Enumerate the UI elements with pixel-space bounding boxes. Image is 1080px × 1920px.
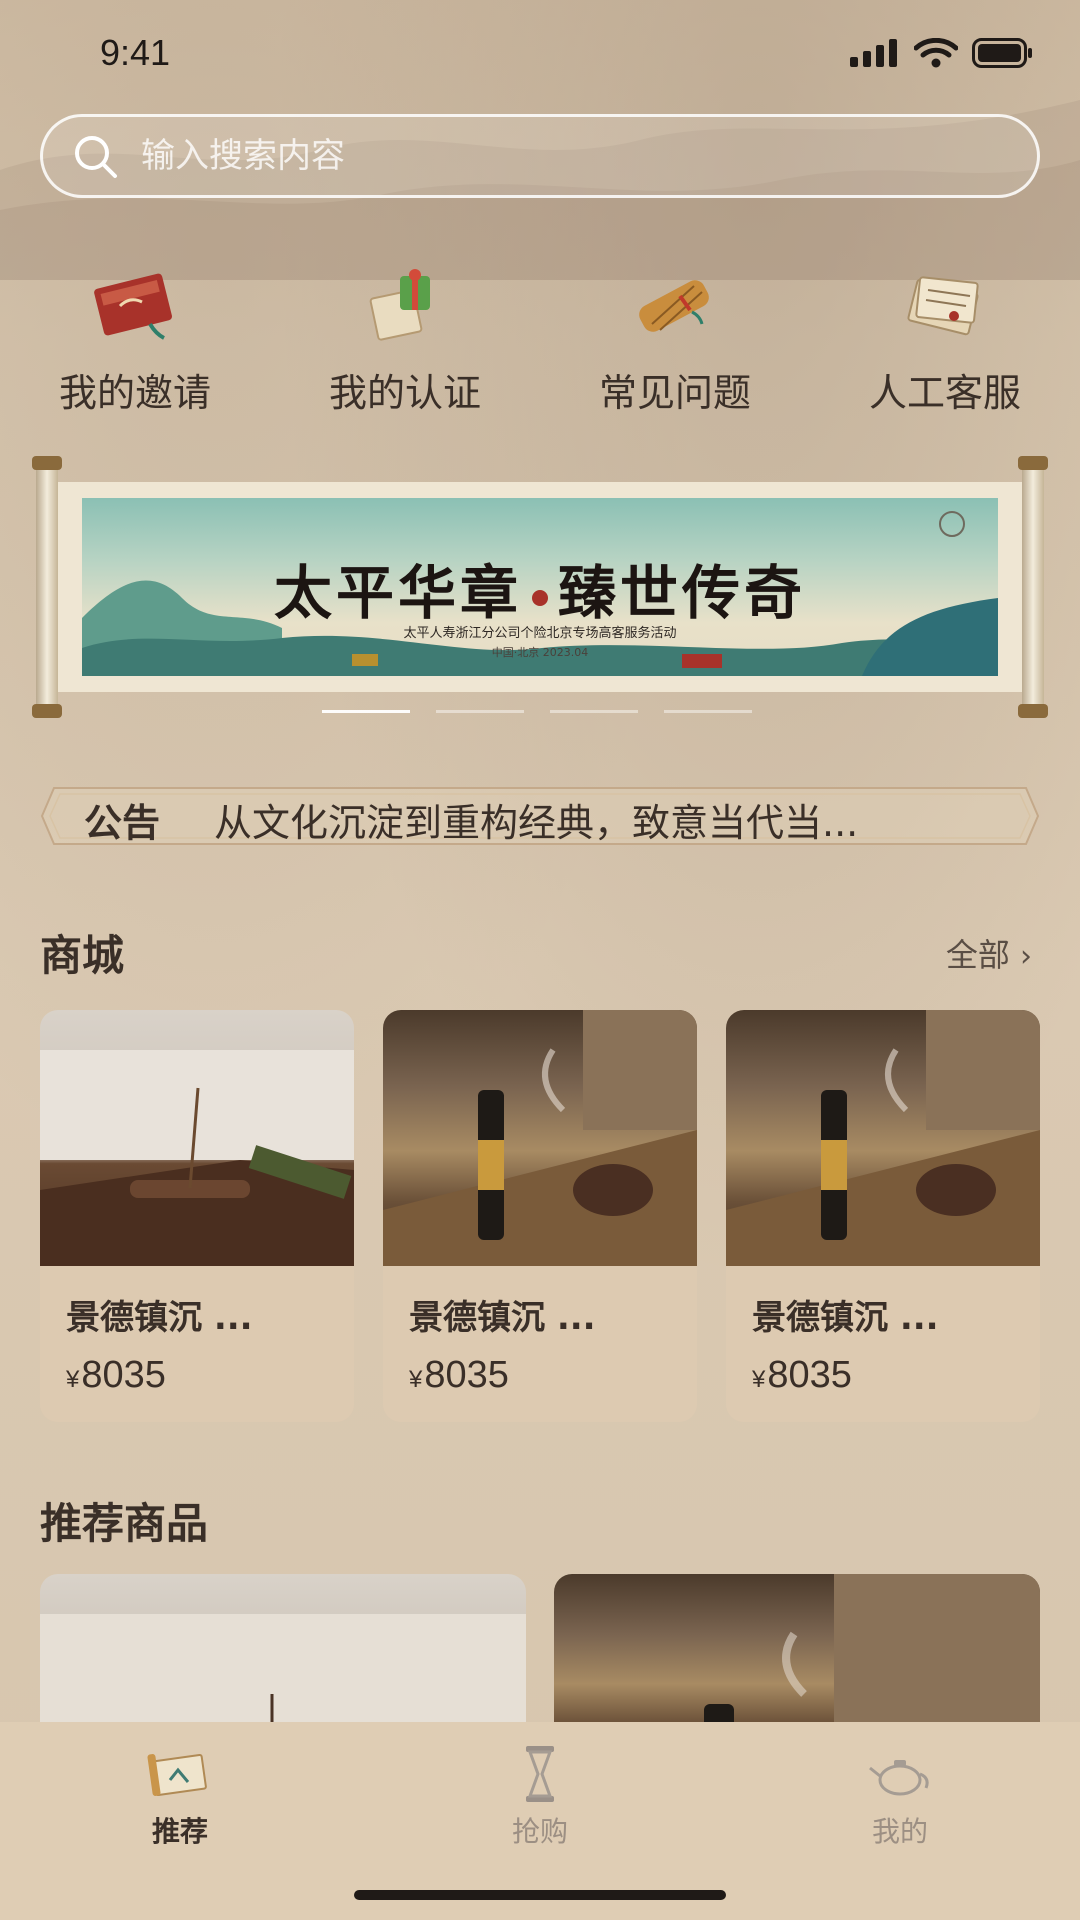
letter-bundle-icon <box>907 276 979 336</box>
quick-item-certification[interactable]: 我的认证 <box>270 258 540 418</box>
quick-item-label: 人工客服 <box>868 371 1021 415</box>
carousel-dot[interactable] <box>322 710 410 713</box>
product-card[interactable]: 景德镇沉 ... ¥8035 <box>726 1010 1040 1422</box>
quick-item-invitation[interactable]: 我的邀请 <box>0 258 270 418</box>
status-bar: 9:41 <box>0 0 1080 110</box>
tab-label: 推荐 <box>151 1815 208 1848</box>
red-envelope-icon <box>94 273 172 340</box>
product-name: 景德镇沉 ... <box>752 1298 939 1338</box>
painting-scroll-icon <box>147 1753 207 1797</box>
notice-bar[interactable]: 公告 从文化沉淀到重构经典，致意当代当... <box>40 780 1040 852</box>
incense-tea-scene <box>726 1010 1040 1266</box>
carousel-dot[interactable] <box>436 710 524 713</box>
product-name: 景德镇沉 ... <box>409 1298 596 1338</box>
banner-date: 中国·北京 2023.04 <box>491 646 589 659</box>
quick-item-customer-service[interactable]: 人工客服 <box>810 258 1080 418</box>
product-card[interactable]: 景德镇沉 ... ¥8035 <box>40 1010 354 1422</box>
product-price: ¥8035 <box>409 1354 509 1397</box>
carousel-dots <box>322 710 752 713</box>
tab-flash-sale[interactable]: 抢购 <box>360 1732 720 1852</box>
incense-bedroom-scene <box>40 1050 354 1266</box>
signal-icon <box>850 39 897 67</box>
bamboo-scroll-icon <box>639 280 709 332</box>
home-indicator <box>354 1890 726 1900</box>
tab-recommend[interactable]: 推荐 <box>0 1732 360 1852</box>
price-value: 8035 <box>424 1354 509 1396</box>
teapot-icon <box>869 1760 929 1796</box>
battery-icon <box>972 38 1032 68</box>
search-bar[interactable] <box>40 114 1040 198</box>
mall-section-title: 商城 <box>40 931 125 980</box>
currency-symbol: ¥ <box>66 1366 80 1393</box>
banner-title-right: 臻世传奇 <box>558 559 807 627</box>
scroll-rod-left <box>32 456 62 718</box>
wifi-icon <box>914 38 958 68</box>
banner-subtitle: 太平人寿浙江分公司个险北京专场高客服务活动 <box>403 626 677 641</box>
seal-icon <box>532 590 548 606</box>
product-name: 景德镇沉 ... <box>66 1298 253 1338</box>
mall-more-link[interactable]: 全部 › <box>946 930 1032 976</box>
recommended-section-title: 推荐商品 <box>40 1499 209 1548</box>
search-input[interactable] <box>141 136 941 176</box>
tab-label: 抢购 <box>511 1815 568 1848</box>
incense-tea-scene <box>383 1010 697 1266</box>
banner-title: 太平华章 臻世传奇 <box>82 546 998 630</box>
tab-label: 我的 <box>871 1815 928 1848</box>
product-image <box>726 1010 1040 1266</box>
product-price: ¥8035 <box>66 1354 166 1397</box>
banner-title-left: 太平华章 <box>273 559 522 627</box>
scroll-gift-icon <box>369 269 430 341</box>
carousel-dot[interactable] <box>664 710 752 713</box>
search-icon <box>75 136 117 178</box>
quick-item-label: 我的认证 <box>328 371 481 415</box>
product-card[interactable]: 景德镇沉 ... ¥8035 <box>383 1010 697 1422</box>
quick-item-label: 常见问题 <box>598 371 751 415</box>
chevron-right-icon: › <box>1020 939 1032 974</box>
banner-image[interactable]: 太平华章 臻世传奇 太平人寿浙江分公司个险北京专场高客服务活动 中国·北京 202… <box>82 498 998 676</box>
banner-carousel[interactable]: 太平华章 臻世传奇 太平人寿浙江分公司个险北京专场高客服务活动 中国·北京 202… <box>32 456 1048 718</box>
product-image <box>383 1010 697 1266</box>
tab-mine[interactable]: 我的 <box>720 1732 1080 1852</box>
scroll-rod-right <box>1018 456 1048 718</box>
carousel-dot[interactable] <box>550 710 638 713</box>
product-price: ¥8035 <box>752 1354 852 1397</box>
currency-symbol: ¥ <box>752 1366 766 1393</box>
price-value: 8035 <box>767 1354 852 1396</box>
hourglass-icon <box>526 1746 554 1802</box>
status-time: 9:41 <box>100 32 171 73</box>
notice-text: 从文化沉淀到重构经典，致意当代当... <box>214 801 859 845</box>
price-value: 8035 <box>81 1354 166 1396</box>
currency-symbol: ¥ <box>409 1366 423 1393</box>
product-image <box>40 1010 354 1266</box>
status-icons <box>850 38 1034 68</box>
quick-menu: 我的邀请 我的认证 常见问题 人工客服 <box>0 258 1080 418</box>
quick-item-label: 我的邀请 <box>58 371 211 415</box>
mall-more-label: 全部 <box>945 936 1010 974</box>
notice-label: 公告 <box>84 801 161 845</box>
quick-item-faq[interactable]: 常见问题 <box>540 258 810 418</box>
